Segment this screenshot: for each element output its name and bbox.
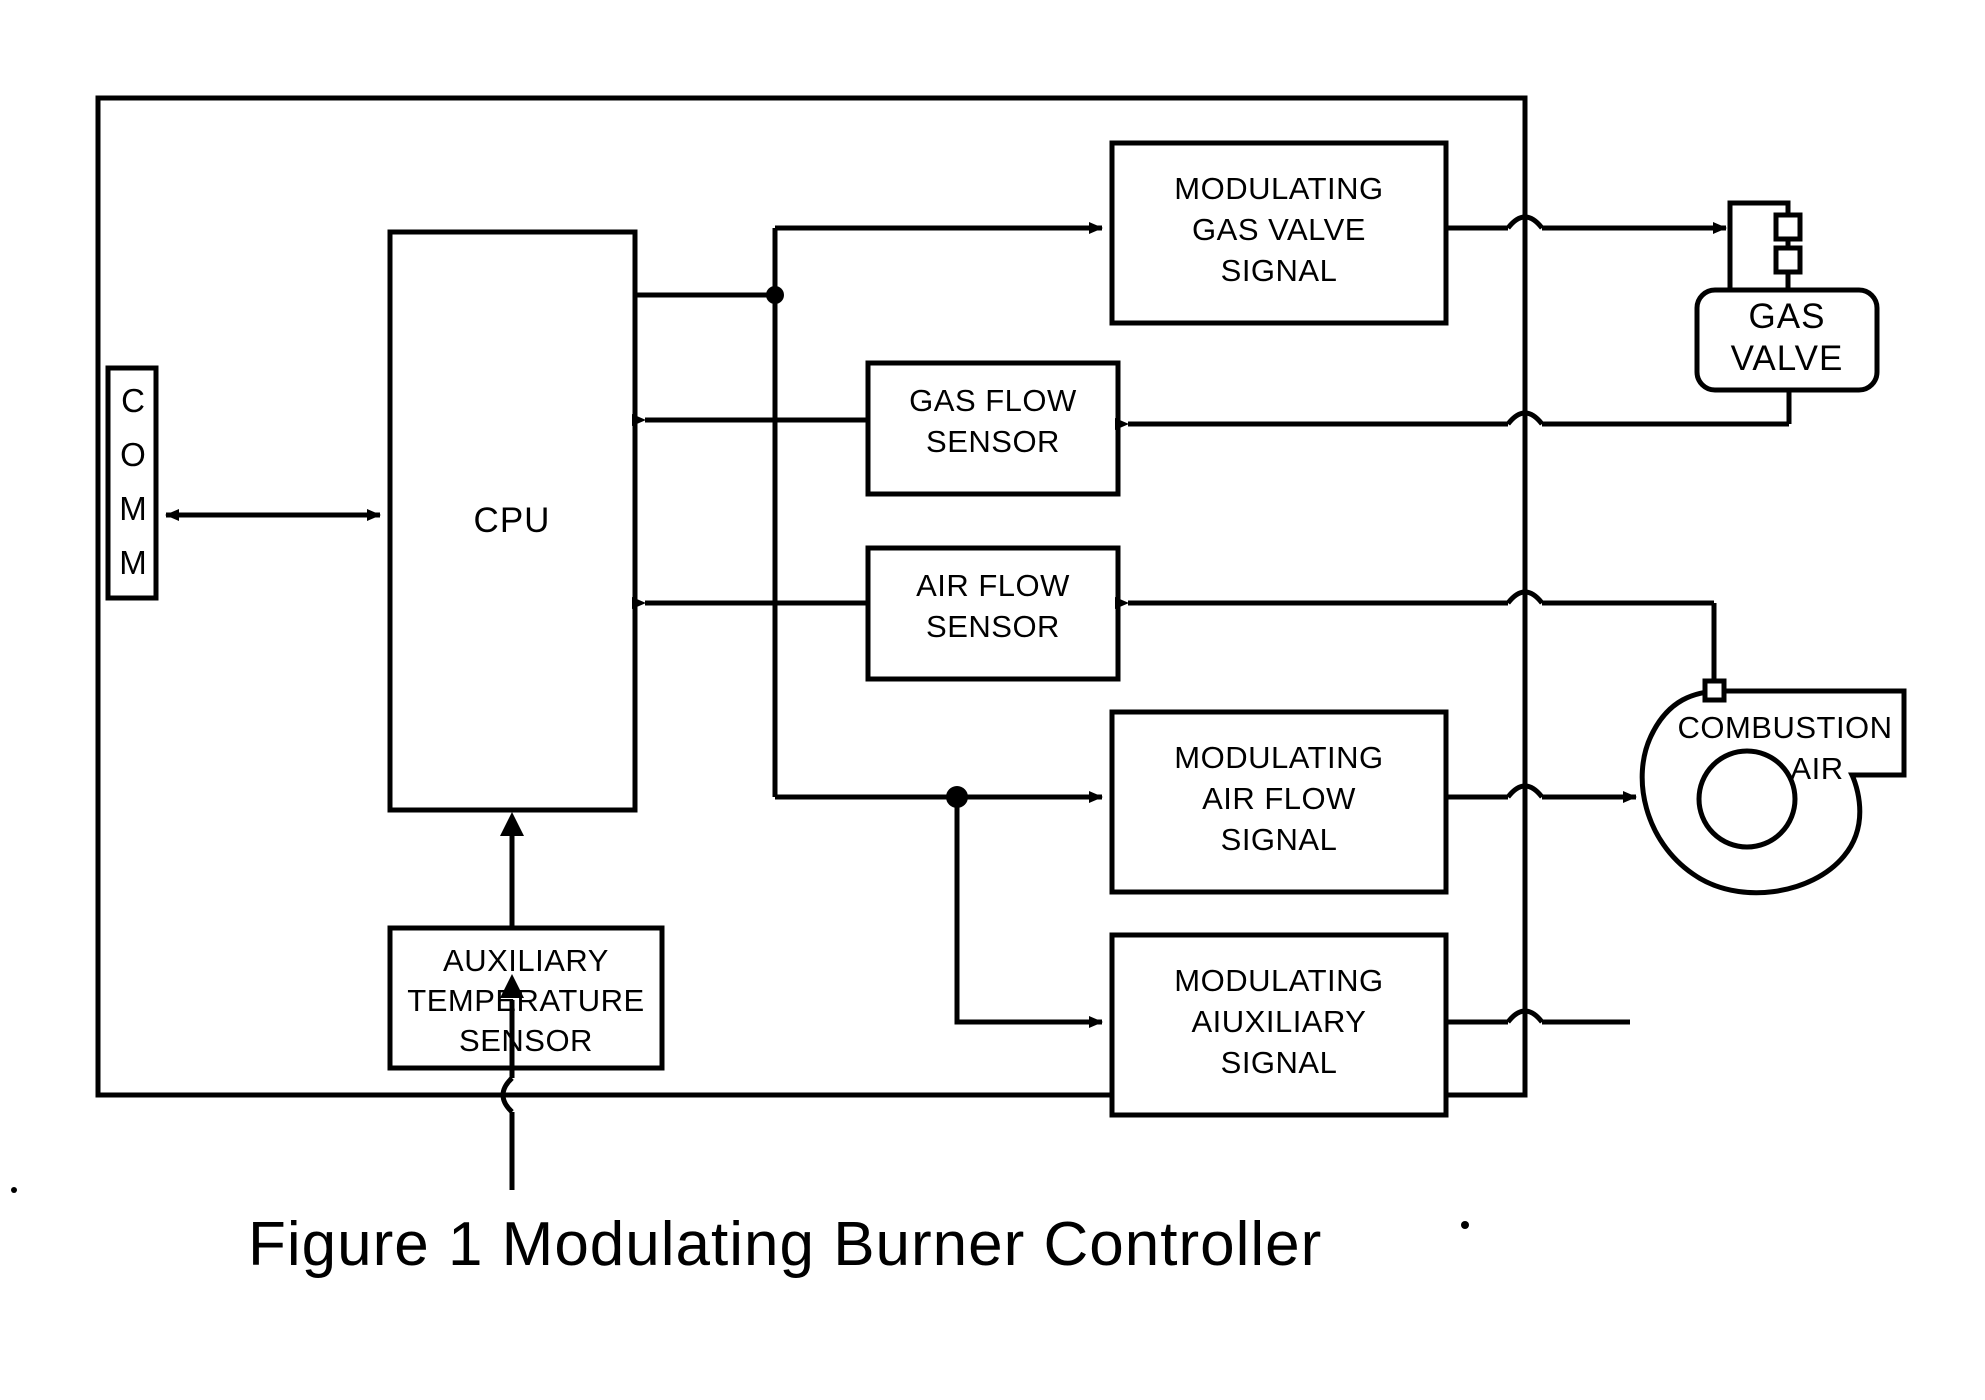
comm-letter-0: C — [121, 382, 145, 419]
mafs-line-1: MODULATING — [1174, 740, 1383, 775]
ca-line-2: AIR — [1790, 751, 1843, 786]
wire-air-flow-signal-to-blower — [1446, 783, 1637, 803]
afs-line-1: AIR FLOW — [916, 568, 1070, 603]
mgvs-line-3: SIGNAL — [1221, 253, 1338, 288]
mgvs-line-2: GAS VALVE — [1192, 212, 1366, 247]
mafs-line-3: SIGNAL — [1221, 822, 1338, 857]
wire-gas-valve-to-gas-flow-sensor — [1115, 320, 1792, 430]
wire-cpu-to-signal-trunk — [635, 222, 1103, 803]
diagram-canvas: C O M M CPU MODULATING GAS VALVE SIGNAL … — [0, 0, 1985, 1400]
gfs-line-2: SENSOR — [926, 424, 1060, 459]
ats-line-2: TEMPERATURE — [407, 983, 644, 1018]
comm-letter-3: M — [119, 544, 147, 581]
maux-line-1: MODULATING — [1174, 963, 1383, 998]
mafs-line-2: AIR FLOW — [1202, 781, 1356, 816]
ats-line-1: AUXILIARY — [443, 943, 609, 978]
wire-aux-temp-sensor-to-cpu — [500, 812, 524, 928]
ats-line-3: SENSOR — [459, 1023, 593, 1058]
maux-line-3: SIGNAL — [1221, 1045, 1338, 1080]
junction-dot-gas — [766, 286, 784, 304]
mgvs-line-1: MODULATING — [1174, 171, 1383, 206]
afs-line-2: SENSOR — [926, 609, 1060, 644]
wire-auxiliary-signal-out — [1446, 1008, 1630, 1025]
ca-line-1: COMBUSTION — [1677, 710, 1892, 745]
figure-caption: Figure 1 Modulating Burner Controller — [248, 1210, 1322, 1279]
maux-line-2: AIUXILIARY — [1191, 1004, 1366, 1039]
scan-speck — [11, 1187, 17, 1193]
comm-letter-2: M — [119, 490, 147, 527]
scan-speck — [1461, 1221, 1469, 1229]
wire-gas-valve-signal-to-gas-valve — [1446, 214, 1727, 234]
gv-line-2: VALVE — [1731, 339, 1844, 378]
wire-combustion-air-to-air-flow-sensor — [1115, 589, 1717, 680]
cpu-label: CPU — [474, 501, 551, 540]
burner-controller-diagram: C O M M CPU MODULATING GAS VALVE SIGNAL … — [11, 95, 1907, 1279]
gv-line-1: GAS — [1749, 297, 1826, 336]
wire-aux-signal-branch — [946, 786, 1103, 1028]
gfs-line-1: GAS FLOW — [909, 383, 1077, 418]
comm-letter-1: O — [120, 436, 146, 473]
